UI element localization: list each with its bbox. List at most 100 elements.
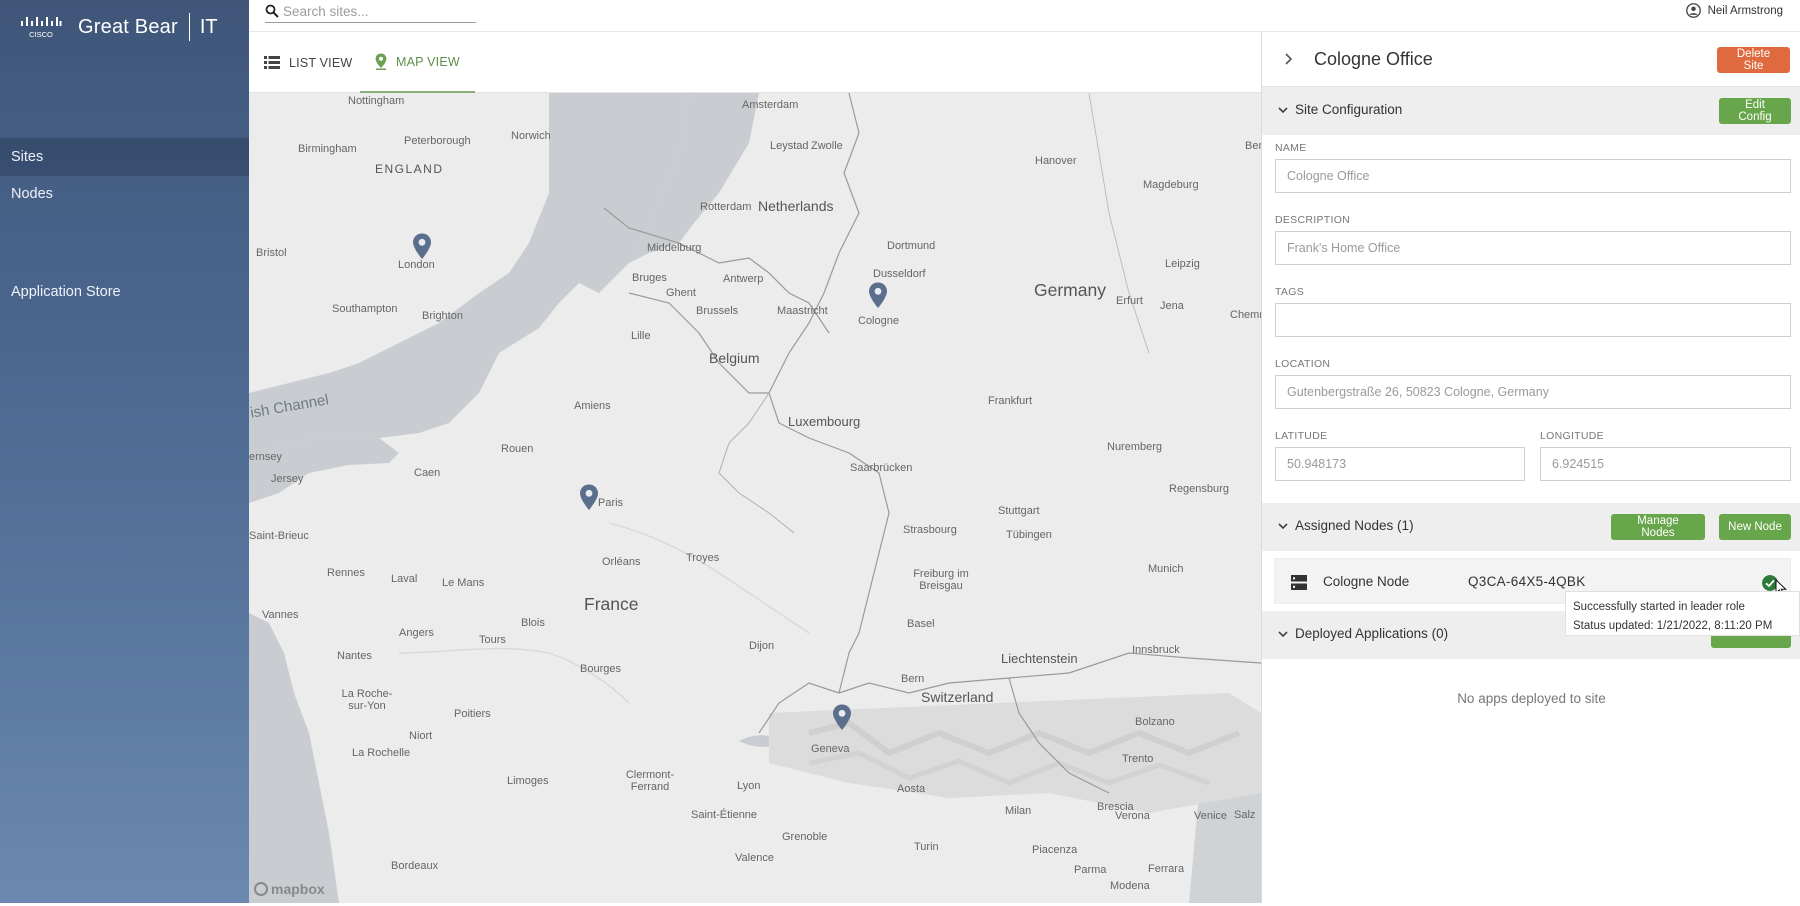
chevron-down-icon bbox=[1278, 631, 1288, 638]
user-name: Neil Armstrong bbox=[1707, 4, 1783, 17]
map-label: Rennes bbox=[327, 567, 365, 579]
search-box[interactable] bbox=[265, 0, 476, 23]
map-label: Saarbrücken bbox=[850, 462, 913, 474]
map-country-label: Netherlands bbox=[758, 198, 834, 214]
description-field[interactable]: Frank's Home Office bbox=[1275, 231, 1791, 265]
map-label: Stuttgart bbox=[998, 505, 1040, 517]
name-field[interactable]: Cologne Office bbox=[1275, 159, 1791, 193]
map-label: Ber bbox=[1245, 140, 1261, 152]
location-field[interactable]: Gutenbergstraße 26, 50823 Cologne, Germa… bbox=[1275, 375, 1791, 409]
tab-label: LIST VIEW bbox=[289, 55, 353, 70]
tab-label: MAP VIEW bbox=[396, 54, 460, 69]
map-country-label: Germany bbox=[1034, 280, 1106, 300]
map-label: London bbox=[398, 259, 435, 271]
panel-header: Cologne Office Delete Site bbox=[1262, 32, 1800, 87]
map-label: Nottingham bbox=[348, 95, 405, 107]
latitude-field[interactable]: 50.948173 bbox=[1275, 447, 1525, 481]
brand[interactable]: cisco-logo CISCO Great Bear IT bbox=[20, 12, 218, 42]
map-label: Geneva bbox=[811, 743, 850, 755]
geneva-site-marker[interactable] bbox=[832, 704, 852, 731]
node-name: Cologne Node bbox=[1323, 574, 1410, 589]
empty-apps-message: No apps deployed to site bbox=[1457, 691, 1606, 706]
tooltip-line: Successfully started in leader role bbox=[1573, 601, 1745, 613]
map-label: Dortmund bbox=[887, 240, 936, 252]
tags-field[interactable] bbox=[1275, 303, 1791, 337]
map-label: Valence bbox=[735, 852, 774, 864]
map-label: Niort bbox=[409, 730, 433, 742]
map-label: Ghent bbox=[666, 287, 696, 299]
view-tabs: LIST VIEW MAP VIEW bbox=[249, 32, 1261, 93]
map-label: Ferrara bbox=[1148, 863, 1185, 875]
sidebar-item-sites[interactable]: Sites bbox=[0, 138, 249, 176]
london-site-marker[interactable] bbox=[412, 233, 432, 260]
sidebar: cisco-logo CISCO Great Bear IT Sites Nod… bbox=[0, 0, 249, 903]
sidebar-item-nodes[interactable]: Nodes bbox=[0, 175, 249, 213]
tab-map-view[interactable]: MAP VIEW bbox=[360, 32, 475, 93]
map-label: Magdeburg bbox=[1143, 179, 1199, 191]
mapbox-label: mapbox bbox=[271, 881, 325, 897]
paris-site-marker[interactable] bbox=[579, 484, 599, 511]
map-label: ernsey bbox=[249, 451, 283, 463]
map-label: Angers bbox=[399, 627, 434, 639]
sidebar-item-label: Application Store bbox=[11, 284, 121, 300]
map-label: Innsbruck bbox=[1132, 644, 1180, 656]
map-label: Strasbourg bbox=[903, 524, 957, 536]
map-pin-icon bbox=[375, 53, 387, 70]
map-country-label: France bbox=[584, 594, 639, 614]
map-label: Lille bbox=[631, 330, 651, 342]
sidebar-item-label: Sites bbox=[11, 149, 44, 165]
map-label: Basel bbox=[907, 618, 935, 630]
tab-list-view[interactable]: LIST VIEW bbox=[264, 32, 352, 93]
map-label: Hanover bbox=[1035, 155, 1077, 167]
sidebar-item-application-store[interactable]: Application Store bbox=[0, 273, 249, 311]
map-country-label: Belgium bbox=[709, 350, 760, 366]
svg-text:CISCO: CISCO bbox=[29, 30, 53, 39]
map-label: Troyes bbox=[686, 552, 720, 564]
user-circle-icon bbox=[1685, 3, 1701, 18]
map-country-label: ENGLAND bbox=[375, 162, 444, 176]
map-label: Bolzano bbox=[1135, 716, 1175, 728]
map-label: Munich bbox=[1148, 563, 1184, 575]
map-label: Frankfurt bbox=[988, 395, 1033, 407]
manage-nodes-button[interactable]: Manage Nodes bbox=[1611, 514, 1705, 540]
edit-config-button[interactable]: Edit Config bbox=[1719, 98, 1791, 124]
delete-site-button[interactable]: Delete Site bbox=[1717, 47, 1790, 73]
chevron-down-icon bbox=[1278, 107, 1288, 114]
map-label: La Rochelle bbox=[352, 747, 411, 759]
mapbox-attribution[interactable]: mapbox bbox=[254, 881, 325, 897]
section-title: Assigned Nodes (1) bbox=[1295, 518, 1414, 533]
map-label: Bern bbox=[901, 673, 925, 685]
longitude-field[interactable]: 6.924515 bbox=[1540, 447, 1791, 481]
map-label: Zwolle bbox=[811, 140, 843, 152]
map-label: Saint-Brieuc bbox=[249, 530, 309, 542]
chevron-right-icon[interactable] bbox=[1282, 51, 1296, 67]
map-label: Lyon bbox=[737, 780, 761, 792]
cologne-site-marker[interactable] bbox=[868, 282, 888, 309]
map-label: Bristol bbox=[256, 247, 287, 259]
map-label: Bordeaux bbox=[391, 860, 439, 872]
map-label: Paris bbox=[598, 497, 624, 509]
map-label: Grenoble bbox=[782, 831, 828, 843]
map-label: Southampton bbox=[332, 303, 398, 315]
map-label: Parma bbox=[1074, 864, 1107, 876]
name-label: NAME bbox=[1275, 142, 1307, 154]
map-canvas[interactable]: Nottingham Birmingham Peterborough Norwi… bbox=[249, 93, 1261, 903]
new-node-button[interactable]: New Node bbox=[1719, 514, 1791, 540]
assigned-nodes-section[interactable]: Assigned Nodes (1) Manage Nodes New Node bbox=[1262, 503, 1800, 551]
map-country-label: Luxembourg bbox=[788, 414, 861, 429]
search-input[interactable] bbox=[283, 3, 468, 19]
map-label: Leystad bbox=[770, 140, 809, 152]
map-label: Poitiers bbox=[454, 708, 491, 720]
server-icon bbox=[1291, 575, 1307, 590]
map-label: Dusseldorf bbox=[873, 268, 926, 280]
map-label: Brussels bbox=[696, 305, 739, 317]
map-label: Freiburg im Breisgau bbox=[913, 568, 969, 592]
map-label: Jena bbox=[1160, 300, 1184, 312]
map-label: Venice bbox=[1194, 810, 1228, 822]
site-configuration-section[interactable]: Site Configuration Edit Config bbox=[1262, 87, 1800, 135]
map-label: Tours bbox=[479, 634, 506, 646]
map-label: Birmingham bbox=[298, 143, 357, 155]
map-label: Blois bbox=[521, 617, 545, 629]
user-menu[interactable]: Neil Armstrong bbox=[1685, 3, 1783, 18]
map-label: Modena bbox=[1110, 880, 1150, 892]
